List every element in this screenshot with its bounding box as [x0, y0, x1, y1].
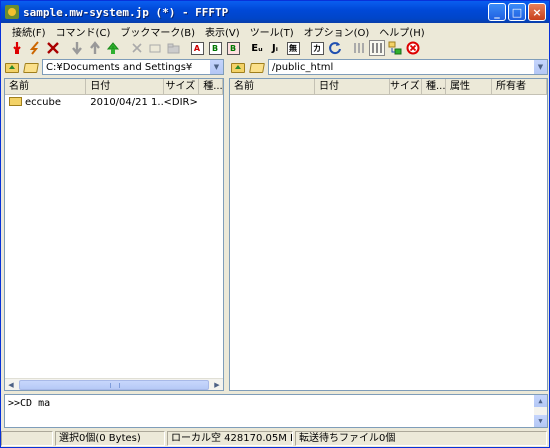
status-spacer [1, 431, 53, 446]
menu-tools[interactable]: ツール(T) [245, 24, 299, 39]
binary-label: B [208, 41, 222, 55]
local-path-combo[interactable]: C:¥Documents and Settings¥ ▼ [42, 59, 224, 75]
no-convert-label: 無 [286, 41, 300, 55]
kana-icon[interactable]: カ [309, 40, 325, 56]
folder-up-icon [5, 63, 19, 73]
local-horizontal-scrollbar[interactable]: ◀ ▶ [5, 378, 223, 390]
menu-command[interactable]: コマンド(C) [51, 24, 116, 39]
remote-col-name[interactable]: 名前 [230, 79, 315, 94]
scroll-thumb[interactable] [19, 380, 209, 390]
folder-open-icon [249, 63, 265, 73]
menu-connect[interactable]: 接続(F) [7, 24, 51, 39]
local-file-list[interactable]: 名前 日付 サイズ 種... eccube 2010/04/21 1... <D… [4, 78, 224, 391]
local-path-bar: C:¥Documents and Settings¥ ▼ [4, 58, 224, 76]
chevron-down-icon[interactable]: ▼ [533, 60, 547, 74]
local-parent-folder-button[interactable] [4, 60, 20, 74]
status-local-free: ローカル空 428170.05M Bytes [167, 431, 293, 446]
folder-open-icon [23, 63, 39, 73]
stop-icon[interactable] [405, 40, 421, 56]
toolbar: A B B Eᵤ Jᵢ 無 カ [1, 39, 549, 57]
status-bar: 選択0個(0 Bytes) ローカル空 428170.05M Bytes 転送待… [1, 431, 549, 447]
euc-icon[interactable]: Eᵤ [249, 40, 265, 56]
refresh-icon[interactable] [327, 40, 343, 56]
remote-col-type[interactable]: 種... [422, 79, 446, 94]
window-title: sample.mw-system.jp (*) - FFFTP [23, 5, 229, 19]
remote-list-header: 名前 日付 サイズ 種... 属性 所有者 [230, 79, 547, 95]
log-vertical-scrollbar[interactable]: ▲ ▼ [534, 395, 547, 427]
maximize-button[interactable]: □ [508, 3, 526, 21]
chevron-down-icon[interactable]: ▼ [209, 60, 223, 74]
jis-icon[interactable]: Jᵢ [267, 40, 283, 56]
remote-path-value: /public_html [272, 61, 334, 73]
title-bar[interactable]: sample.mw-system.jp (*) - FFFTP _ □ × [1, 1, 549, 23]
scroll-up-icon[interactable]: ▲ [534, 395, 547, 407]
remote-path-combo[interactable]: /public_html ▼ [268, 59, 548, 75]
auto-label: B [226, 41, 240, 55]
local-path-value: C:¥Documents and Settings¥ [46, 61, 193, 73]
menu-help[interactable]: ヘルプ(H) [374, 24, 429, 39]
menu-bookmark[interactable]: ブックマーク(B) [115, 24, 200, 39]
log-output[interactable]: >>CD ma ▲ ▼ [4, 394, 548, 428]
rename-icon[interactable] [147, 40, 163, 56]
ffftp-app-icon [5, 5, 19, 19]
connect-icon[interactable] [9, 40, 25, 56]
log-text: >>CD ma [8, 398, 51, 409]
local-col-size[interactable]: サイズ [164, 79, 200, 94]
folder-up-icon [231, 63, 245, 73]
sync-icon[interactable] [387, 40, 403, 56]
minimize-button[interactable]: _ [488, 3, 506, 21]
ascii-mode-icon[interactable]: A [189, 40, 205, 56]
delete-icon[interactable] [129, 40, 145, 56]
folder-icon [9, 97, 22, 106]
remote-open-folder-button[interactable] [249, 60, 265, 74]
upload-icon[interactable] [87, 40, 103, 56]
list-view-icon[interactable] [351, 40, 367, 56]
no-convert-icon[interactable]: 無 [285, 40, 301, 56]
row-name: eccube [25, 96, 61, 108]
local-col-date[interactable]: 日付 [86, 79, 164, 94]
local-col-name[interactable]: 名前 [5, 79, 87, 94]
window-controls: _ □ × [488, 3, 546, 21]
remote-col-date[interactable]: 日付 [315, 79, 390, 94]
row-date: 2010/04/21 1... [90, 96, 164, 108]
menu-options[interactable]: オプション(O) [299, 24, 375, 39]
remote-parent-folder-button[interactable] [230, 60, 246, 74]
download-icon[interactable] [69, 40, 85, 56]
table-row[interactable]: eccube 2010/04/21 1... <DIR> [5, 95, 223, 109]
scroll-down-icon[interactable]: ▼ [534, 415, 547, 427]
local-list-header: 名前 日付 サイズ 種... [5, 79, 223, 95]
local-col-type[interactable]: 種... [199, 79, 223, 94]
row-name-cell: eccube [5, 97, 86, 108]
quick-connect-icon[interactable] [27, 40, 43, 56]
kana-label: カ [310, 41, 324, 55]
remote-col-size[interactable]: サイズ [390, 79, 422, 94]
status-queue: 転送待ちファイル0個 [295, 431, 547, 446]
close-button[interactable]: × [528, 3, 546, 21]
scroll-left-icon[interactable]: ◀ [5, 379, 17, 390]
menu-bar: 接続(F) コマンド(C) ブックマーク(B) 表示(V) ツール(T) オプシ… [1, 23, 549, 39]
ascii-label: A [190, 41, 204, 55]
status-selected: 選択0個(0 Bytes) [55, 431, 165, 446]
auto-mode-icon[interactable]: B [225, 40, 241, 56]
mkdir-icon[interactable] [165, 40, 181, 56]
mirror-upload-icon[interactable] [105, 40, 121, 56]
scroll-right-icon[interactable]: ▶ [211, 379, 223, 390]
row-size: <DIR> [163, 96, 198, 108]
remote-col-owner[interactable]: 所有者 [492, 79, 547, 94]
binary-mode-icon[interactable]: B [207, 40, 223, 56]
detail-view-icon[interactable] [369, 40, 385, 56]
app-window: sample.mw-system.jp (*) - FFFTP _ □ × 接続… [0, 0, 550, 448]
local-open-folder-button[interactable] [23, 60, 39, 74]
remote-col-attr[interactable]: 属性 [446, 79, 492, 94]
menu-view[interactable]: 表示(V) [200, 24, 245, 39]
disconnect-icon[interactable] [45, 40, 61, 56]
remote-file-list[interactable]: 名前 日付 サイズ 種... 属性 所有者 [229, 78, 548, 391]
remote-path-bar: /public_html ▼ [230, 58, 548, 76]
